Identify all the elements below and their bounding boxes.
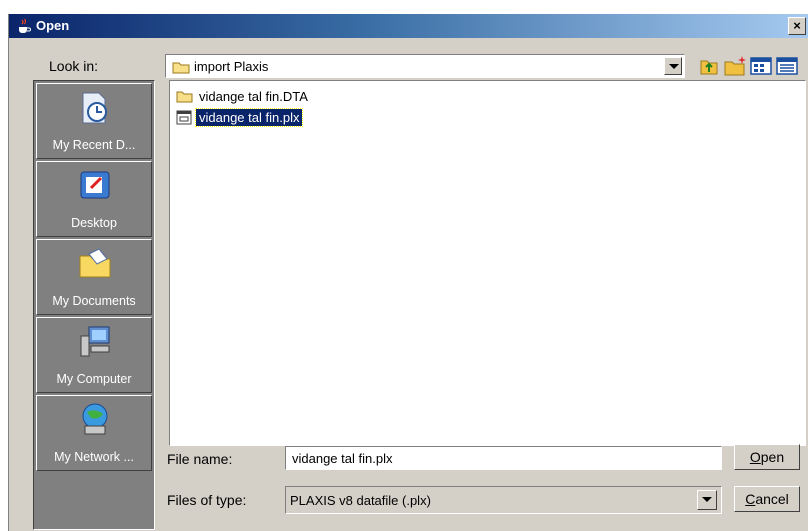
place-label: My Documents [52,294,136,308]
look-in-value: import Plaxis [194,59,269,74]
folder-icon [172,62,190,74]
my-computer-icon [80,326,110,357]
place-my-recent-documents[interactable]: My Recent D... [36,83,152,159]
files-of-type-value: PLAXIS v8 datafile (.plx) [290,493,431,508]
background-strip [0,0,808,14]
place-label: Desktop [71,216,117,230]
place-label: My Computer [56,372,132,386]
list-view-icon[interactable] [749,54,773,78]
file-name-field[interactable]: vidange tal fin.plx [285,446,722,470]
files-of-type-combobox[interactable]: PLAXIS v8 datafile (.plx) [285,486,722,514]
new-folder-icon[interactable] [723,54,747,78]
look-in-label: Look in: [49,58,99,74]
network-icon [82,403,108,435]
open-mnemonic: O [749,449,761,465]
file-list[interactable]: vidange tal fin.DTA vidange tal fin.plx [169,80,806,446]
open-dialog: Open × Look in: import Plaxis My Recent … [8,14,808,531]
desktop-icon [80,171,110,199]
cancel-mnemonic: C [745,491,756,507]
open-button[interactable]: Open [734,444,800,470]
java-coffee-icon [19,18,31,33]
place-my-network[interactable]: My Network ... [36,395,152,471]
recent-documents-icon [82,92,107,124]
places-bar: My Recent D... Desktop My Documents My C… [33,80,155,530]
place-my-computer[interactable]: My Computer [36,317,152,393]
place-label: My Recent D... [52,138,136,152]
place-label: My Network ... [54,450,134,464]
place-my-documents[interactable]: My Documents [36,239,152,315]
close-button[interactable]: × [788,17,806,35]
file-name: vidange tal fin.plx [194,108,304,127]
cancel-label-rest: ancel [755,491,789,507]
open-label-rest: pen [760,449,785,465]
details-view-icon[interactable] [775,54,799,78]
place-desktop[interactable]: Desktop [36,161,152,237]
look-in-combobox[interactable]: import Plaxis [165,54,685,78]
chevron-down-icon[interactable] [664,57,682,75]
up-one-level-icon[interactable] [697,54,721,78]
file-name: vidange tal fin.DTA [199,89,308,104]
document-icon [176,110,192,125]
my-documents-icon [79,248,111,278]
folder-icon [176,91,193,103]
file-name-label: File name: [167,451,233,467]
title-bar[interactable]: Open × [9,14,808,38]
chevron-down-icon[interactable] [697,490,717,510]
window-title: Open [36,18,70,33]
files-of-type-label: Files of type: [167,492,247,508]
cancel-button[interactable]: Cancel [734,486,800,512]
